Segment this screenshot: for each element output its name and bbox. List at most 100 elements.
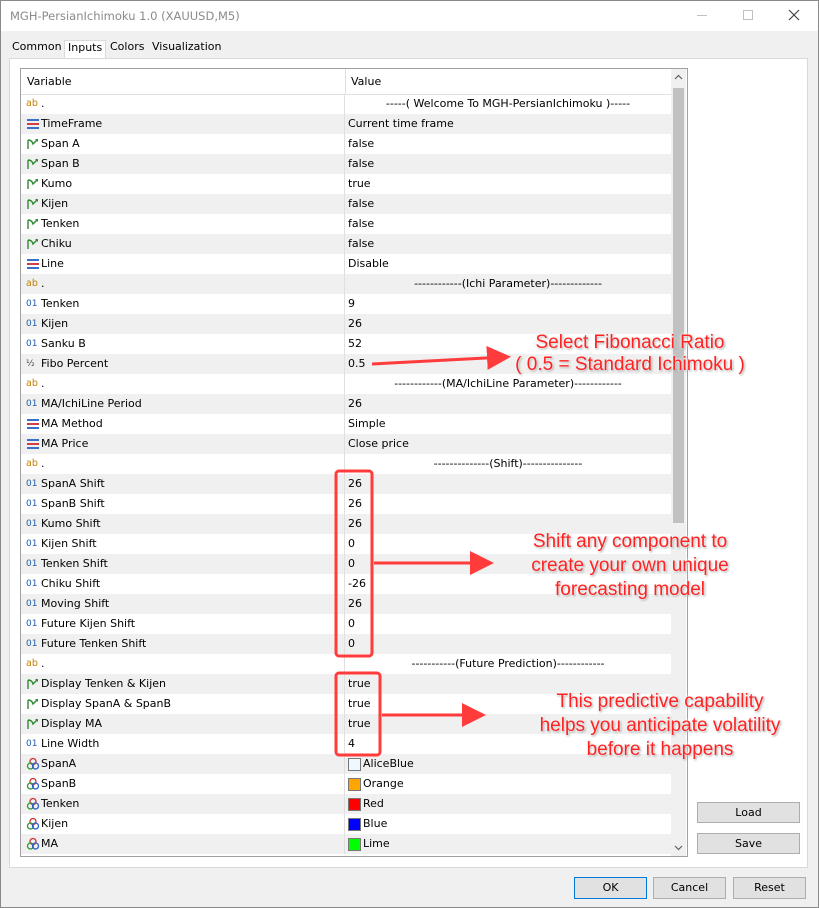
table-row[interactable]: Tenken false [21,214,671,234]
value-cell[interactable]: false [345,214,671,234]
value-cell[interactable]: --------------(Shift)--------------- [345,454,671,474]
value-cell[interactable]: Red [345,794,671,814]
tab-common[interactable]: Common [9,40,65,58]
value-cell[interactable]: 9 [345,294,671,314]
ok-button[interactable]: OK [574,877,647,899]
scroll-down-button[interactable] [671,839,686,856]
value-cell[interactable]: Close price [345,434,671,454]
chevron-up-icon [674,74,683,80]
value-cell[interactable]: -----------(Future Prediction)----------… [345,654,671,674]
annotation-fibo-line-1: Select Fibonacci Ratio [535,332,725,353]
value-cell[interactable]: Simple [345,414,671,434]
color-icon [26,757,40,771]
table-row[interactable]: Line Disable [21,254,671,274]
integer-icon: 01 [26,599,38,609]
table-row[interactable]: 01 Kijen 26 [21,314,671,334]
variable-name: . [41,377,45,390]
value-cell[interactable]: 0 [345,614,671,634]
value-cell[interactable]: 0 [345,634,671,654]
value-cell[interactable]: false [345,234,671,254]
value-cell[interactable]: 26 [345,474,671,494]
table-row[interactable]: Span B false [21,154,671,174]
value-cell[interactable]: ------------(Ichi Parameter)------------… [345,274,671,294]
table-row[interactable]: TimeFrame Current time frame [21,114,671,134]
column-header-value[interactable]: Value [345,69,671,94]
minimize-icon [697,15,707,16]
table-row[interactable]: Kijen Blue [21,814,671,834]
table-row[interactable]: Span A false [21,134,671,154]
load-button[interactable]: Load [697,802,800,823]
value-cell[interactable]: Disable [345,254,671,274]
table-row[interactable]: Tenken Red [21,794,671,814]
value-text: true [348,697,371,710]
variable-name: Chiku Shift [41,577,101,590]
table-row[interactable]: 01 Future Kijen Shift 0 [21,614,671,634]
variable-cell: Display Tenken & Kijen [21,674,345,694]
variable-cell: MA [21,834,345,854]
table-row[interactable]: 01 MA/IchiLine Period 26 [21,394,671,414]
value-text: false [348,217,375,230]
minimize-button[interactable] [682,4,722,28]
close-button[interactable] [774,4,814,28]
value-cell[interactable]: true [345,174,671,194]
value-cell[interactable]: false [345,194,671,214]
table-row[interactable]: 01 SpanB Shift 26 [21,494,671,514]
table-row[interactable]: MA Method Simple [21,414,671,434]
variable-cell: 01 Tenken [21,294,345,314]
table-row[interactable]: ab. ------------(MA/IchiLine Parameter)--… [21,374,671,394]
column-header-variable[interactable]: Variable [21,69,346,94]
table-row[interactable]: MA Price Close price [21,434,671,454]
value-text: AliceBlue [363,757,414,770]
variable-name: Future Tenken Shift [41,637,147,650]
table-row[interactable]: 01 Tenken 9 [21,294,671,314]
value-text: 0 [348,557,355,570]
value-cell[interactable]: Orange [345,774,671,794]
value-text: Blue [363,817,388,830]
table-row[interactable]: ab. --------------(Shift)--------------- [21,454,671,474]
value-text: 26 [348,397,362,410]
value-cell[interactable]: ------------(MA/IchiLine Parameter)-----… [345,374,671,394]
variable-name: SpanA [41,757,77,770]
variable-name: Span B [41,157,80,170]
scroll-thumb[interactable] [673,88,684,523]
table-row[interactable]: 01 SpanA Shift 26 [21,474,671,494]
tab-colors[interactable]: Colors [107,40,147,58]
value-cell[interactable]: Current time frame [345,114,671,134]
table-row[interactable]: Chiku false [21,234,671,254]
table-row[interactable]: SpanB Orange [21,774,671,794]
variable-cell: ab. [21,94,345,114]
variable-cell: ab. [21,654,345,674]
variable-name: Span A [41,137,80,150]
reset-button[interactable]: Reset [733,877,806,899]
maximize-button[interactable] [728,4,768,28]
tab-inputs[interactable]: Inputs [64,40,107,59]
value-cell[interactable]: 26 [345,314,671,334]
save-button[interactable]: Save [697,833,800,854]
value-text: false [348,137,375,150]
variable-name: SpanB Shift [41,497,105,510]
table-row[interactable]: ab. -----------(Future Prediction)-------… [21,654,671,674]
table-row[interactable]: Kumo true [21,174,671,194]
scroll-up-button[interactable] [671,69,686,86]
value-cell[interactable]: -----( Welcome To MGH-PersianIchimoku )-… [345,94,671,114]
value-cell[interactable]: 26 [345,494,671,514]
table-row[interactable]: MA Lime [21,834,671,854]
variable-cell: 01 Line Width [21,734,345,754]
value-cell[interactable]: false [345,134,671,154]
variable-name: MA [41,837,59,850]
value-text: 9 [348,297,355,310]
table-row[interactable]: ab. ------------(Ichi Parameter)---------… [21,274,671,294]
value-cell[interactable]: false [345,154,671,174]
table-row[interactable]: 01 Future Tenken Shift 0 [21,634,671,654]
variable-cell: SpanA [21,754,345,774]
value-cell[interactable]: 26 [345,394,671,414]
value-cell[interactable]: Lime [345,834,671,854]
value-cell[interactable]: Blue [345,814,671,834]
value-text: 0 [348,617,355,630]
tab-visualization[interactable]: Visualization [149,40,224,58]
boolean-icon [26,697,40,711]
integer-icon: 01 [26,739,38,749]
cancel-button[interactable]: Cancel [653,877,726,899]
table-row[interactable]: Kijen false [21,194,671,214]
table-row[interactable]: ab. -----( Welcome To MGH-PersianIchimoku… [21,94,671,114]
